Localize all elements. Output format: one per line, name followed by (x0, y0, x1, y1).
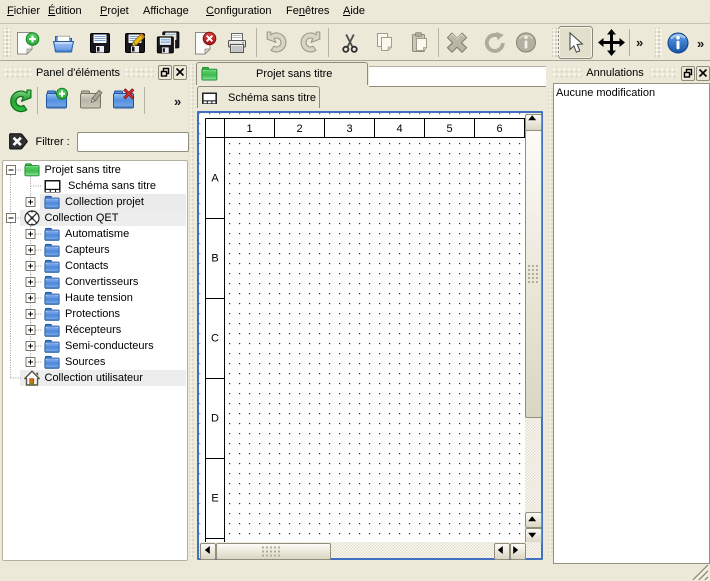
svg-text:»: » (697, 36, 704, 51)
svg-text:»: » (636, 35, 643, 50)
svg-text:»: » (174, 94, 181, 109)
